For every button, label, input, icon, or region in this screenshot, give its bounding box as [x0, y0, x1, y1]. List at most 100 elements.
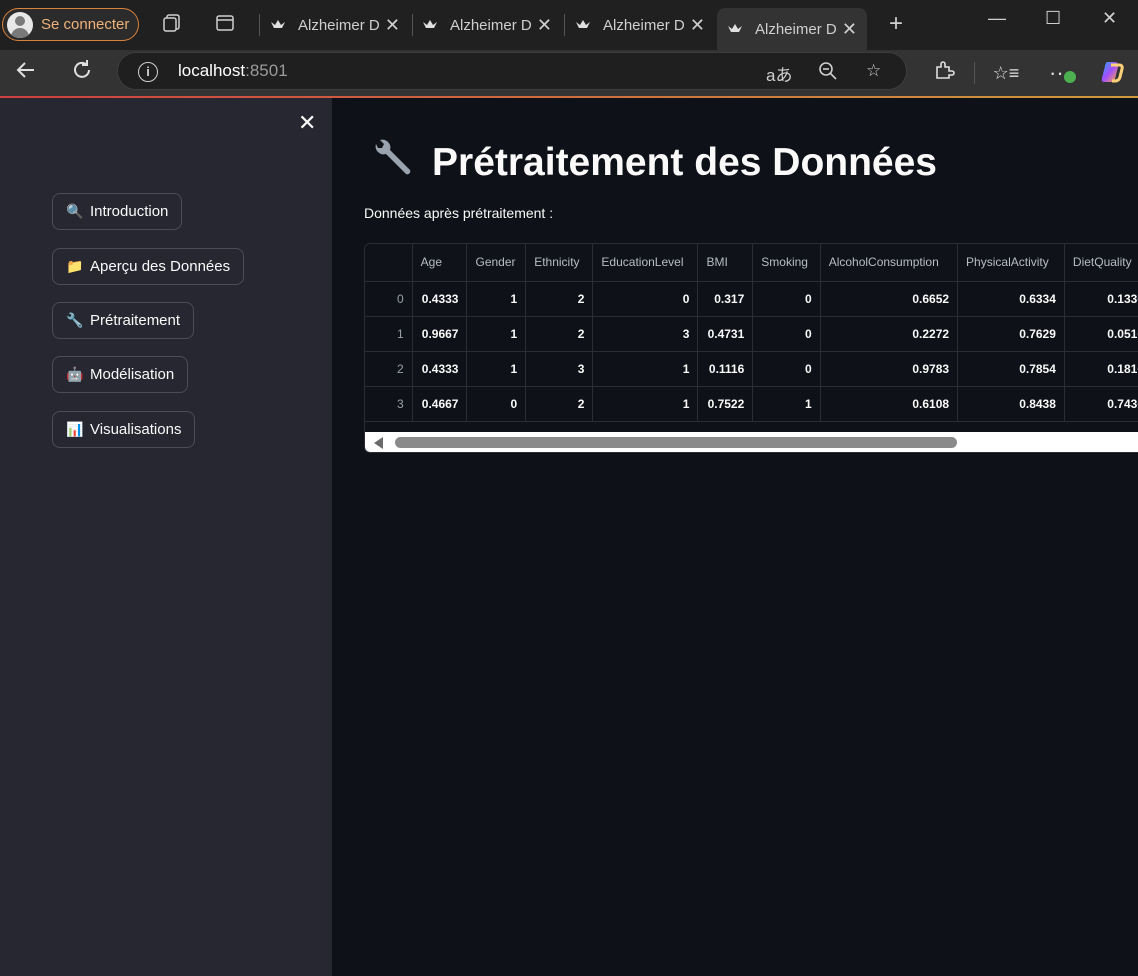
- translate-icon[interactable]: aあ: [766, 61, 792, 86]
- close-tab-icon[interactable]: ✕: [537, 15, 552, 36]
- table-header-row: Age Gender Ethnicity EducationLevel BMI …: [365, 244, 1138, 282]
- site-info-icon[interactable]: i: [138, 62, 158, 82]
- row-index: 0: [365, 281, 413, 317]
- column-header[interactable]: PhysicalActivity: [957, 244, 1065, 282]
- column-header[interactable]: Gender: [466, 244, 527, 282]
- extensions-icon[interactable]: [930, 59, 958, 87]
- minimize-icon[interactable]: —: [988, 8, 1006, 29]
- table-cell[interactable]: 0.4731: [697, 316, 754, 352]
- page-title-text: Prétraitement des Données: [432, 141, 938, 184]
- table-cell[interactable]: 0.7436: [1064, 386, 1138, 422]
- table-row: 0 0.4333 1 2 0 0.317 0 0.6652 0.6334 0.1…: [365, 281, 1138, 317]
- sidebar-item-label: Modélisation: [90, 366, 175, 383]
- table-cell[interactable]: 0.1336: [1064, 281, 1138, 317]
- url-field[interactable]: i localhost:8501 aあ ☆: [117, 52, 907, 90]
- profile-button[interactable]: Se connecter: [2, 8, 139, 41]
- sidebar-item-visualisations[interactable]: 📊 Visualisations: [52, 411, 196, 448]
- table-cell[interactable]: 0.1816: [1064, 351, 1138, 387]
- table-cell[interactable]: 0: [752, 351, 821, 387]
- horizontal-scrollbar[interactable]: [365, 432, 1138, 452]
- table-cell[interactable]: 0: [466, 386, 527, 422]
- browser-tab[interactable]: Alzheimer D ✕: [412, 8, 562, 42]
- table-cell[interactable]: 0.9667: [412, 316, 468, 352]
- table-cell[interactable]: 2: [525, 281, 594, 317]
- table-cell[interactable]: 0.7629: [957, 316, 1065, 352]
- copilot-icon[interactable]: [1098, 59, 1126, 87]
- avatar-icon: [7, 11, 33, 38]
- maximize-icon[interactable]: ☐: [1045, 8, 1061, 29]
- sidebar-item-introduction[interactable]: 🔍 Introduction: [52, 193, 183, 230]
- new-tab-icon[interactable]: +: [885, 12, 907, 36]
- scrollbar-thumb[interactable]: [395, 437, 957, 448]
- table-cell[interactable]: 0.4333: [412, 281, 468, 317]
- close-tab-icon[interactable]: ✕: [385, 15, 400, 36]
- sidebar-item-apercu[interactable]: 📁 Aperçu des Données: [52, 248, 245, 285]
- table-cell[interactable]: 2: [525, 316, 594, 352]
- table-cell[interactable]: 0.1116: [697, 351, 754, 387]
- table-cell[interactable]: 0: [752, 316, 821, 352]
- table-cell[interactable]: 0.7854: [957, 351, 1065, 387]
- table-cell[interactable]: 0.6108: [820, 386, 959, 422]
- streamlit-crown-icon: [727, 21, 743, 37]
- scroll-left-icon[interactable]: [374, 437, 383, 449]
- table-cell[interactable]: 0.0516: [1064, 316, 1138, 352]
- magnifier-icon: 🔍: [66, 203, 84, 219]
- table-cell[interactable]: 0.4333: [412, 351, 468, 387]
- table-cell[interactable]: 2: [525, 386, 594, 422]
- table-cell[interactable]: 1: [466, 316, 527, 352]
- table-row: 2 0.4333 1 3 1 0.1116 0 0.9783 0.7854 0.…: [365, 351, 1138, 387]
- workspaces-icon[interactable]: [161, 13, 183, 35]
- close-tab-icon[interactable]: ✕: [690, 15, 705, 36]
- tab-title: Alzheimer D: [755, 20, 837, 38]
- table-cell[interactable]: 0.6652: [820, 281, 959, 317]
- sidebar-item-label: Introduction: [90, 203, 169, 220]
- browser-tab[interactable]: Alzheimer D ✕: [565, 8, 715, 42]
- favorites-icon[interactable]: ☆≡: [992, 59, 1020, 87]
- close-window-icon[interactable]: ✕: [1102, 8, 1117, 29]
- table-cell[interactable]: 0: [752, 281, 821, 317]
- table-cell[interactable]: 1: [752, 386, 821, 422]
- reload-icon[interactable]: [68, 59, 96, 87]
- table-cell[interactable]: 0.9783: [820, 351, 959, 387]
- browser-tab-active[interactable]: Alzheimer D ✕: [717, 8, 867, 50]
- sidebar-item-label: Aperçu des Données: [90, 258, 231, 275]
- table-cell[interactable]: 3: [592, 316, 699, 352]
- table-cell[interactable]: 0.2272: [820, 316, 959, 352]
- table-cell[interactable]: 1: [466, 351, 527, 387]
- close-sidebar-icon[interactable]: ✕: [298, 110, 316, 136]
- column-header[interactable]: EducationLevel: [592, 244, 699, 282]
- table-cell[interactable]: 0.7522: [697, 386, 754, 422]
- sidebar-item-pretraitement[interactable]: 🔧 Prétraitement: [52, 302, 195, 339]
- close-tab-icon[interactable]: ✕: [842, 19, 857, 40]
- address-bar-row: i localhost:8501 aあ ☆ ☆≡ ···: [0, 50, 1138, 96]
- tab-title: Alzheimer D: [603, 16, 685, 34]
- table-cell[interactable]: 3: [525, 351, 594, 387]
- table-cell[interactable]: 0.8438: [957, 386, 1065, 422]
- back-icon[interactable]: [12, 59, 40, 87]
- wrench-icon: [370, 136, 416, 190]
- table-cell[interactable]: 1: [592, 386, 699, 422]
- column-header[interactable]: BMI: [697, 244, 754, 282]
- browser-tab[interactable]: Alzheimer D ✕: [260, 8, 410, 42]
- table-cell[interactable]: 1: [466, 281, 527, 317]
- favorite-star-icon[interactable]: ☆: [866, 61, 881, 81]
- column-header[interactable]: DietQuality: [1064, 244, 1138, 282]
- index-header: [365, 244, 413, 282]
- table-cell[interactable]: 0.317: [697, 281, 754, 317]
- table-cell[interactable]: 0.4667: [412, 386, 468, 422]
- data-table[interactable]: Age Gender Ethnicity EducationLevel BMI …: [364, 243, 1138, 453]
- table-cell[interactable]: 1: [592, 351, 699, 387]
- table-cell[interactable]: 0: [592, 281, 699, 317]
- column-header[interactable]: Ethnicity: [525, 244, 594, 282]
- table-row: 1 0.9667 1 2 3 0.4731 0 0.2272 0.7629 0.…: [365, 316, 1138, 352]
- row-index: 2: [365, 351, 413, 387]
- column-header[interactable]: Smoking: [752, 244, 821, 282]
- zoom-icon[interactable]: [818, 61, 838, 86]
- column-header[interactable]: AlcoholConsumption: [820, 244, 959, 282]
- sidebar-item-modelisation[interactable]: 🤖 Modélisation: [52, 356, 189, 393]
- table-cell[interactable]: 0.6334: [957, 281, 1065, 317]
- bar-chart-icon: 📊: [66, 421, 84, 437]
- tab-actions-icon[interactable]: [214, 13, 236, 35]
- column-header[interactable]: Age: [412, 244, 468, 282]
- table-row: 3 0.4667 0 2 1 0.7522 1 0.6108 0.8438 0.…: [365, 386, 1138, 422]
